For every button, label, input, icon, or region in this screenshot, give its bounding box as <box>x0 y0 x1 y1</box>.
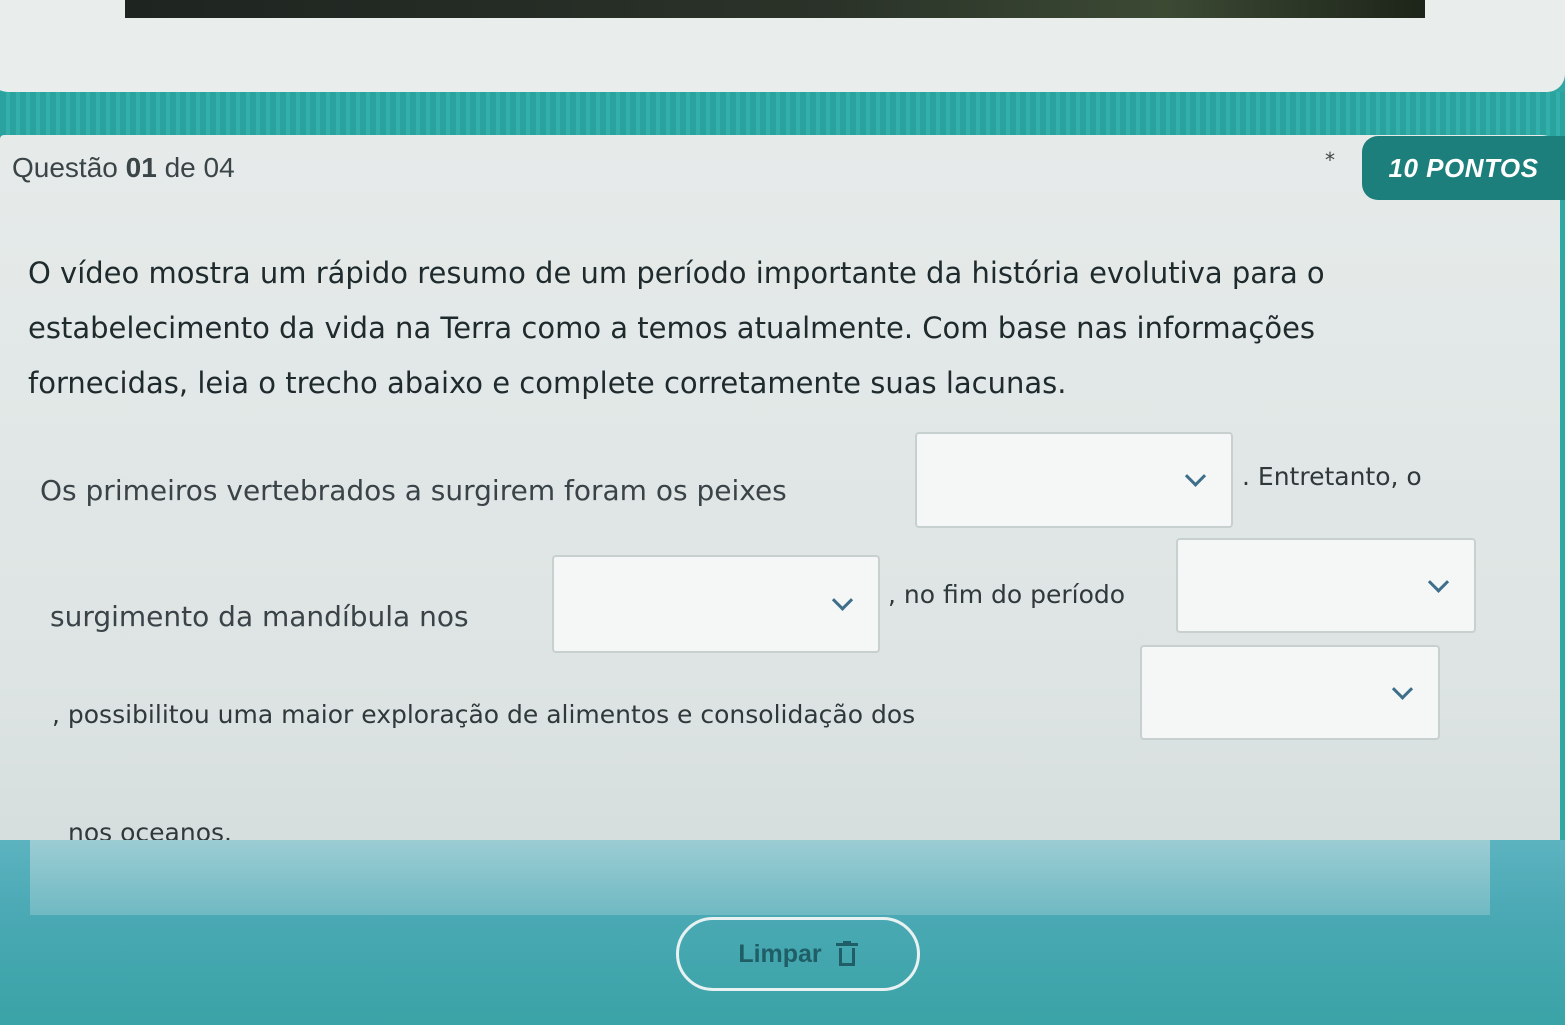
question-number: 01 <box>125 152 157 183</box>
question-header: Questão 01 de 04 <box>12 152 235 184</box>
blank-dropdown-3[interactable] <box>1176 538 1476 633</box>
sentence-part-4: , no fim do período <box>888 580 1126 609</box>
sentence-part-5: , possibilitou uma maior exploração de a… <box>52 700 916 729</box>
sentence-part-1: Os primeiros vertebrados a surgirem fora… <box>40 474 787 507</box>
question-label: Questão <box>12 152 118 183</box>
blank-dropdown-1[interactable] <box>915 432 1233 528</box>
chevron-down-icon <box>1391 678 1414 700</box>
chevron-down-icon <box>1427 571 1450 593</box>
question-total: de 04 <box>164 152 235 183</box>
video-card <box>0 0 1565 92</box>
required-marker: * <box>1325 148 1335 172</box>
footer-highlight <box>30 840 1490 915</box>
video-player[interactable] <box>125 0 1425 18</box>
clear-button[interactable]: Limpar <box>676 917 920 991</box>
sentence-part-2: . Entretanto, o <box>1242 462 1422 491</box>
trash-icon <box>835 941 858 967</box>
chevron-down-icon <box>831 589 854 611</box>
clear-button-label: Limpar <box>738 939 822 968</box>
chevron-down-icon <box>1184 465 1207 487</box>
points-badge: 10 PONTOS <box>1362 136 1565 200</box>
blank-dropdown-4[interactable] <box>1140 645 1440 740</box>
blank-dropdown-2[interactable] <box>552 555 880 653</box>
question-prompt: O vídeo mostra um rápido resumo de um pe… <box>28 256 1325 400</box>
background-band <box>0 92 1565 138</box>
sentence-part-3: surgimento da mandíbula nos <box>50 600 469 633</box>
